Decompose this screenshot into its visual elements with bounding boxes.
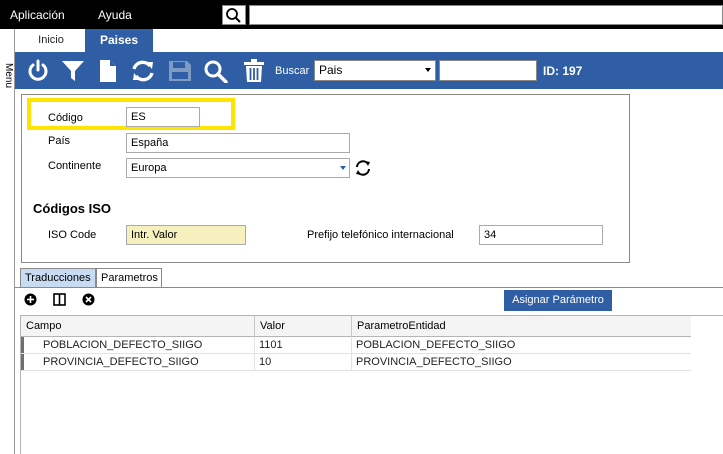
remove-icon[interactable] [82,293,95,306]
side-menu[interactable]: Menu [0,29,15,454]
row-selector[interactable] [21,337,24,353]
cell-separator [351,337,352,354]
codigo-field[interactable]: ES [126,107,200,127]
column-header-campo[interactable]: Campo [26,320,61,332]
buscar-label: Buscar [275,65,310,77]
side-menu-label: Menu [3,63,14,89]
cell-separator [351,354,352,371]
record-id: ID: 197 [543,64,583,78]
tab-bar: Inicio Paises [15,29,723,52]
iso-code-field[interactable]: Intr. Valor [126,225,246,245]
menu-bar: Aplicación Ayuda [0,0,723,29]
toolbar: Buscar Pais ID: 197 [15,52,723,89]
power-icon[interactable] [25,59,51,83]
column-separator [351,316,352,337]
save-icon[interactable] [167,59,193,83]
cell-entidad: PROVINCIA_DEFECTO_SIIGO [356,356,512,368]
tab-inicio[interactable]: Inicio [25,29,77,52]
search-value-input[interactable] [439,60,537,81]
search-field-value: Pais [319,63,343,77]
column-header-valor[interactable]: Valor [260,320,285,332]
tab-divider [15,287,723,288]
cell-separator [254,337,255,354]
delete-icon[interactable] [241,59,267,83]
menu-aplicacion[interactable]: Aplicación [10,8,65,22]
new-document-icon[interactable] [95,59,121,83]
search-icon[interactable] [203,59,229,84]
continente-label: Continente [48,160,102,172]
add-icon[interactable] [24,293,37,306]
columns-icon[interactable] [53,293,66,306]
refresh-icon[interactable] [130,59,156,83]
tab-traducciones[interactable]: Traducciones [20,268,96,288]
cell-separator [254,354,255,371]
pais-field[interactable]: España [126,133,350,153]
iso-code-label: ISO Code [48,229,97,241]
chevron-down-icon [340,166,346,170]
column-separator [254,316,255,337]
menu-ayuda[interactable]: Ayuda [98,8,132,22]
cell-campo: POBLACION_DEFECTO_SIIGO [43,339,203,351]
table-row[interactable]: POBLACION_DEFECTO_SIIGO 1101 POBLACION_D… [21,337,691,354]
prefijo-field[interactable]: 34 [479,225,603,245]
cell-valor: 1101 [259,339,283,351]
row-selector[interactable] [21,354,24,370]
search-icon[interactable] [222,5,246,25]
parameters-grid: Campo Valor ParametroEntidad POBLACION_D… [20,315,723,454]
filter-icon[interactable] [60,59,86,83]
assign-parameter-button[interactable]: Asignar Parámetro [504,290,612,311]
iso-section-title: Códigos ISO [33,201,111,216]
global-search-input[interactable] [249,5,723,25]
cell-campo: PROVINCIA_DEFECTO_SIIGO [43,356,199,368]
grid-header: Campo Valor ParametroEntidad [21,316,691,337]
column-header-parametro-entidad[interactable]: ParametroEntidad [357,320,446,332]
table-row[interactable]: PROVINCIA_DEFECTO_SIIGO 10 PROVINCIA_DEF… [21,354,691,371]
prefijo-label: Prefijo telefónico internacional [307,229,454,241]
continente-select[interactable]: Europa [126,158,350,178]
tab-paises[interactable]: Paises [85,29,153,52]
continente-value: Europa [131,162,167,174]
cell-entidad: POBLACION_DEFECTO_SIIGO [356,339,516,351]
pais-label: País [48,135,71,147]
cell-valor: 10 [259,356,272,368]
tab-parametros[interactable]: Parametros [96,268,162,288]
refresh-icon[interactable] [355,160,371,176]
codigo-label: Código [48,112,83,124]
chevron-down-icon [425,68,431,72]
search-field-select[interactable]: Pais [314,60,436,81]
